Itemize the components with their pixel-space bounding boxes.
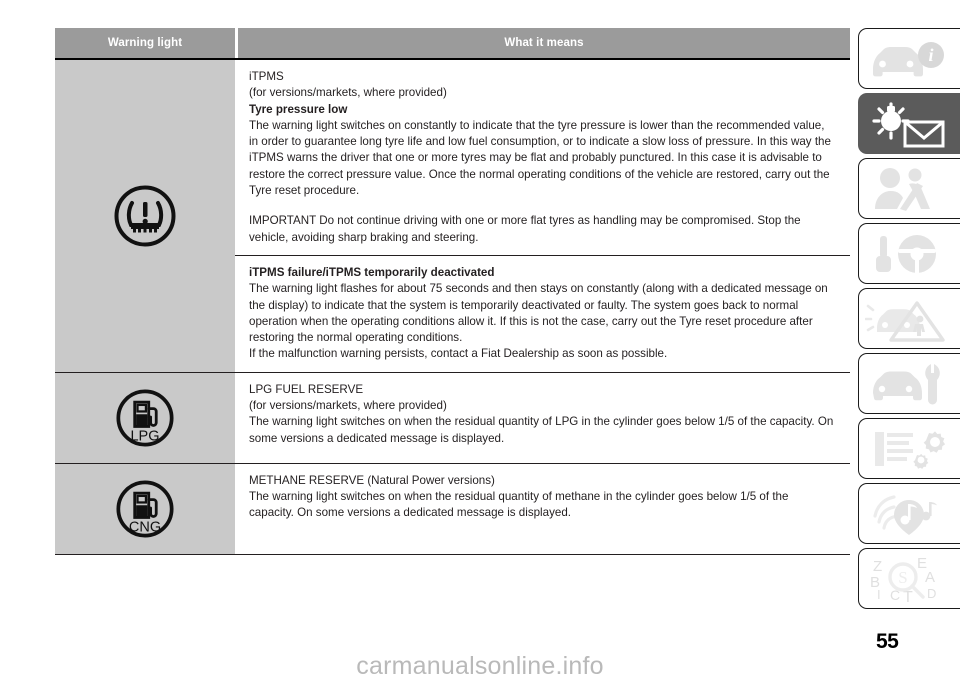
sidebar-tab-occupant-safety[interactable] xyxy=(858,158,960,219)
technical-specifications-icon xyxy=(875,430,946,469)
sidebar-tab-alphabetical-index[interactable]: Z B I C T E A D S xyxy=(858,548,960,609)
text-paragraph: The warning light switches on constantly… xyxy=(249,118,831,198)
text-line-bold: Tyre pressure low xyxy=(249,102,348,116)
sidebar-tab-technical-specifications[interactable] xyxy=(858,418,960,479)
svg-text:I: I xyxy=(877,587,881,602)
meaning-cell: METHANE RESERVE (Natural Power versions)… xyxy=(235,464,850,554)
car-info-icon: i xyxy=(873,41,944,76)
site-watermark: carmanualsonline.info xyxy=(356,652,604,680)
page-number: 55 xyxy=(876,630,899,653)
tpms-warning-light-icon xyxy=(114,185,176,247)
cng-methane-reserve-icon: CNG xyxy=(116,480,174,538)
lpg-fuel-reserve-icon: LPG xyxy=(116,389,174,447)
warning-light-cell xyxy=(55,60,235,372)
meaning-section: iTPMS failure/iTPMS temporarily deactiva… xyxy=(235,254,850,372)
sidebar-tab-multimedia[interactable] xyxy=(858,483,960,544)
meaning-cell: LPG FUEL RESERVE (for versions/markets, … xyxy=(235,373,850,463)
text-line-bold: iTPMS failure/iTPMS temporarily deactiva… xyxy=(249,265,495,279)
table-header-row: Warning light What it means xyxy=(55,28,850,58)
sidebar-tab-warning-lights-messages[interactable] xyxy=(858,93,960,154)
text-line: (for versions/markets, where provided) xyxy=(249,399,447,413)
warning-light-message-icon xyxy=(872,101,945,147)
text-paragraph: The warning light switches on when the r… xyxy=(249,415,834,445)
lpg-icon-label: LPG xyxy=(130,428,159,444)
table-row: LPG LPG FUEL RESERVE (for versions/marke… xyxy=(55,372,850,464)
seatbelt-occupant-safety-icon xyxy=(875,167,930,211)
sidebar-tab-starting-driving[interactable] xyxy=(858,223,960,284)
text-paragraph: The warning light switches on when the r… xyxy=(249,490,789,520)
table-row: iTPMS (for versions/markets, where provi… xyxy=(55,60,850,373)
column-header-warning-light: Warning light xyxy=(55,28,235,58)
column-header-what-it-means: What it means xyxy=(238,28,850,58)
multimedia-audio-icon xyxy=(873,494,937,535)
text-line: METHANE RESERVE (Natural Power versions) xyxy=(249,473,495,487)
meaning-section: iTPMS (for versions/markets, where provi… xyxy=(235,60,850,255)
warning-light-cell: CNG xyxy=(55,463,235,554)
alphabetical-index-icon: Z B I C T E A D S xyxy=(870,555,936,603)
text-spacer xyxy=(249,199,836,213)
sidebar-tab-maintenance-care[interactable] xyxy=(858,353,960,414)
table-row: CNG METHANE RESERVE (Natural Power versi… xyxy=(55,463,850,555)
car-maintenance-wrench-icon xyxy=(873,363,940,404)
meaning-cell: iTPMS (for versions/markets, where provi… xyxy=(235,60,850,372)
text-line: LPG FUEL RESERVE xyxy=(249,382,364,396)
svg-text:A: A xyxy=(925,569,935,586)
warning-light-cell: LPG xyxy=(55,372,235,463)
svg-text:D: D xyxy=(927,586,936,601)
manual-page: Warning light What it means iTPMS (for v… xyxy=(0,0,960,686)
chapter-tabs-sidebar[interactable]: i Z B I C T E A D S xyxy=(858,28,960,613)
svg-text:Z: Z xyxy=(873,558,882,575)
sidebar-tab-emergency[interactable] xyxy=(858,288,960,349)
text-paragraph-important: IMPORTANT Do not continue driving with o… xyxy=(249,214,801,244)
text-paragraph: The warning light flashes for about 75 s… xyxy=(249,282,828,345)
text-line: iTPMS xyxy=(249,70,284,83)
key-steering-wheel-icon xyxy=(876,234,936,273)
text-paragraph: If the malfunction warning persists, con… xyxy=(249,347,668,361)
warning-lights-table: Warning light What it means iTPMS (for v… xyxy=(55,28,850,555)
svg-text:S: S xyxy=(898,568,907,587)
sidebar-tab-car-info[interactable]: i xyxy=(858,28,960,89)
cng-icon-label: CNG xyxy=(129,519,161,535)
svg-text:i: i xyxy=(928,45,933,65)
emergency-breakdown-icon xyxy=(865,300,945,342)
text-line: (for versions/markets, where provided) xyxy=(249,86,447,100)
